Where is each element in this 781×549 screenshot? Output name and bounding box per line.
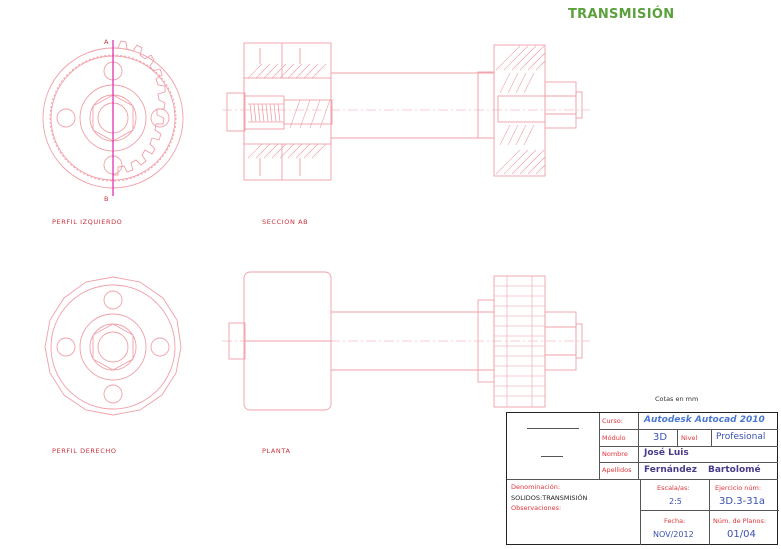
dimensions-note: Cotas en mm [655, 395, 699, 403]
name-label: Nombre [602, 450, 628, 458]
drawing-sheet: TRANSMISIÓN A B PERFIL IZQUIERDO SECCION… [0, 0, 781, 549]
surname-label: Apellidos [602, 466, 632, 474]
name-value: José Luis [644, 448, 689, 458]
logo-line-top [527, 428, 579, 429]
section-mark-a: A [104, 38, 109, 46]
denomination-value: SOLIDOS:TRANSMISIÓN [511, 494, 588, 502]
module-value: 3D [653, 432, 668, 443]
module-label: Módulo [602, 434, 626, 442]
title-block: Curso: Autodesk Autocad 2010 Módulo 3D N… [506, 412, 779, 545]
sheets-value: 01/04 [727, 529, 756, 540]
logo-line-bottom [541, 456, 563, 457]
exercise-label: Ejercicio núm: [715, 484, 762, 492]
surname-value-2: Bartolomé [708, 465, 761, 475]
level-label: Nivel [681, 434, 698, 442]
date-value: NOV/2012 [653, 530, 694, 539]
course-label: Curso: [602, 417, 623, 425]
sheets-label: Núm. de Planos: [713, 517, 767, 525]
date-label: Fecha: [664, 517, 686, 525]
section-view [222, 42, 590, 181]
left-profile-label: PERFIL IZQUIERDO [52, 218, 123, 226]
plan-label: PLANTA [262, 447, 291, 455]
plan-view [222, 271, 590, 411]
section-label: SECCION AB [262, 218, 309, 226]
level-value: Profesional [716, 432, 766, 442]
denomination-label: Denominación: [511, 483, 561, 491]
right-profile-view [44, 276, 182, 416]
observations-label: Observaciones: [511, 504, 562, 512]
exercise-value: 3D.3-31a [719, 496, 766, 507]
section-mark-b: B [104, 195, 108, 203]
scale-value: 2:5 [669, 497, 682, 506]
scale-label: Escala/as: [657, 484, 690, 492]
right-profile-label: PERFIL DERECHO [52, 447, 117, 455]
surname-value-1: Fernández [644, 465, 697, 475]
course-value: Autodesk Autocad 2010 [644, 415, 765, 425]
